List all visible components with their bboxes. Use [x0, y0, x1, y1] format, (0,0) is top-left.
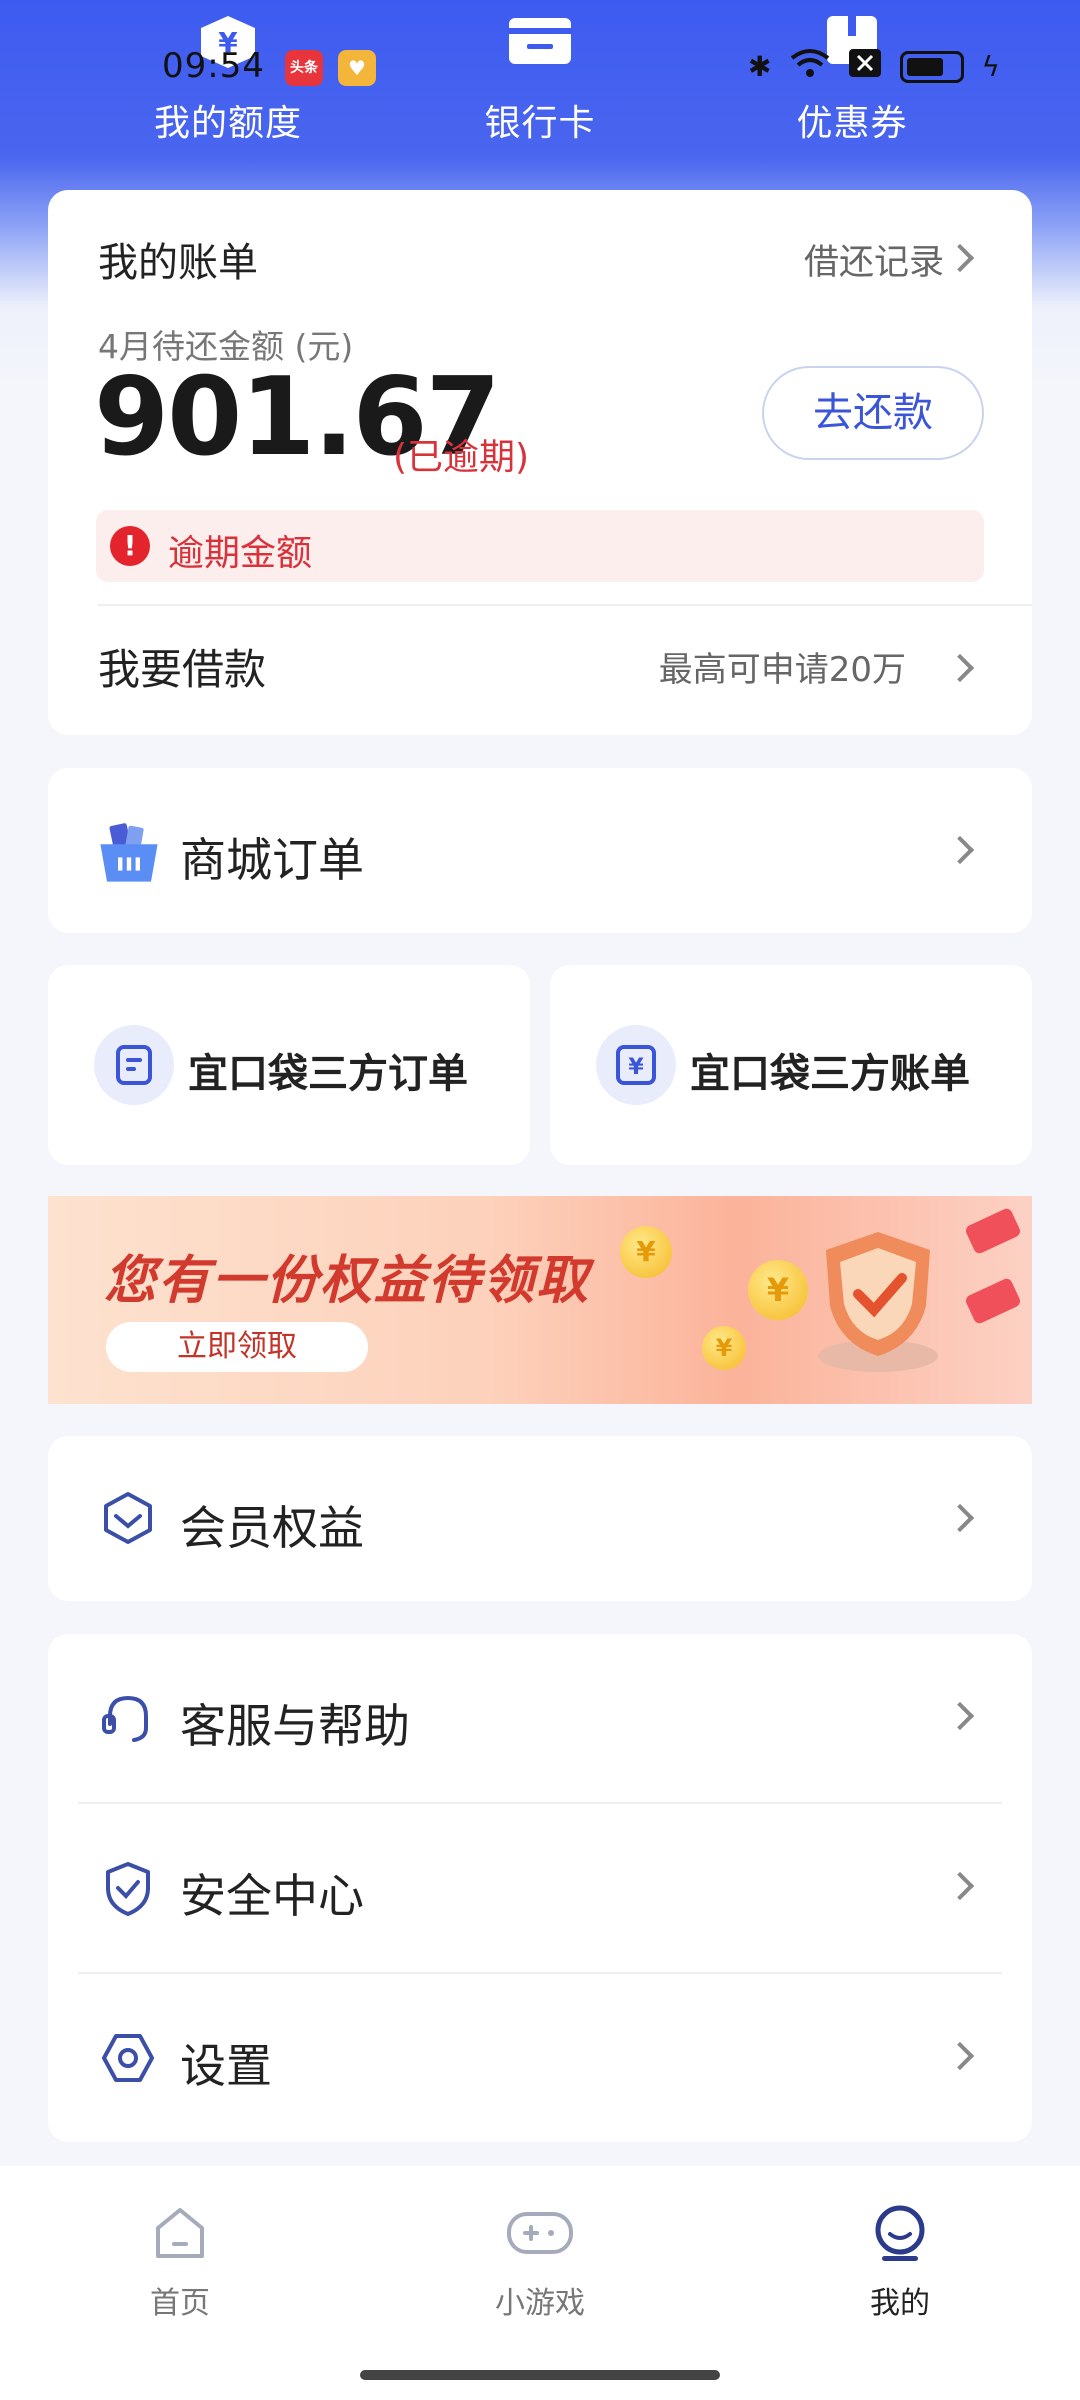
chevron-right-icon — [945, 243, 975, 273]
news-app-icon: 头条 — [285, 50, 323, 86]
alert-icon: ! — [110, 526, 150, 566]
tab-home[interactable]: 首页 — [80, 2202, 280, 2322]
bottom-nav: 首页 小游戏 我的 — [0, 2166, 1080, 2400]
service-row-settings[interactable]: 设置 — [48, 1974, 1032, 2142]
service-list: 客服与帮助 安全中心 设置 — [48, 1634, 1032, 2142]
tab-profile[interactable]: 我的 — [800, 2202, 1000, 2322]
member-badge-icon — [104, 1492, 152, 1544]
wifi-icon — [790, 48, 830, 85]
charging-icon: ϟ — [981, 50, 1000, 83]
record-link-label: 借还记录 — [803, 243, 944, 283]
mall-orders-label: 商城订单 — [180, 833, 364, 887]
bluetooth-icon: ✱ — [748, 50, 772, 83]
service-row-label: 客服与帮助 — [180, 1699, 410, 1753]
shield-check-icon — [106, 1862, 150, 1916]
third-party-bills-card[interactable]: ¥ 宜口袋三方账单 — [550, 965, 1032, 1165]
order-doc-icon — [94, 1025, 174, 1105]
battery-icon — [899, 50, 964, 83]
overdue-tag: (已逾期) — [393, 437, 530, 478]
red-envelope-decoration — [964, 1276, 1022, 1326]
overdue-notice-text: 逾期金额 — [168, 533, 313, 574]
headset-icon — [102, 1695, 148, 1742]
status-bar: 09:54 头条 ♥ ✱ ϟ — [0, 36, 1080, 98]
bill-title: 我的账单 — [98, 240, 258, 286]
hexagon-settings-icon — [102, 2034, 154, 2082]
shopping-basket-icon — [100, 823, 158, 882]
tab-label: 我的 — [870, 2286, 930, 2321]
benefits-banner[interactable]: ¥ ¥ ¥ 您有一份权益待领取 立即领取 — [48, 1196, 1032, 1404]
banner-title: 您有一份权益待领取 — [104, 1251, 591, 1311]
coin-decoration: ¥ — [620, 1226, 672, 1278]
chevron-right-icon — [945, 1871, 975, 1901]
mall-orders-row[interactable]: 商城订单 — [48, 768, 1032, 933]
borrow-label: 我要借款 — [98, 645, 267, 694]
status-icons: ✱ ϟ — [748, 48, 1000, 85]
borrow-row[interactable]: 我要借款 最高可申请20万 — [48, 606, 1032, 734]
service-row-label: 设置 — [180, 2039, 272, 2093]
home-indicator[interactable] — [360, 2370, 720, 2380]
heart-app-icon: ♥ — [338, 50, 376, 86]
top-nav-label: 优惠券 — [796, 103, 908, 144]
svg-text:¥: ¥ — [628, 1055, 644, 1080]
borrow-repay-record-link[interactable]: 借还记录 — [804, 234, 944, 285]
tab-label: 首页 — [150, 2286, 210, 2321]
home-icon — [150, 2202, 210, 2262]
member-benefits-row[interactable]: 会员权益 — [48, 1436, 1032, 1601]
borrow-hint: 最高可申请20万 — [658, 650, 906, 690]
claim-now-button[interactable]: 立即领取 — [106, 1322, 368, 1372]
chevron-right-icon — [945, 653, 975, 683]
third-party-bills-label: 宜口袋三方账单 — [690, 1051, 970, 1097]
shield-gift-icon — [818, 1232, 938, 1372]
yen-bill-icon: ¥ — [596, 1025, 676, 1105]
chevron-right-icon — [945, 835, 975, 865]
member-benefits-label: 会员权益 — [180, 1501, 364, 1555]
profile-smile-icon — [870, 2202, 930, 2262]
chevron-right-icon — [945, 1701, 975, 1731]
chevron-right-icon — [945, 1503, 975, 1533]
top-nav-label: 我的额度 — [153, 103, 302, 144]
repay-button[interactable]: 去还款 — [762, 366, 984, 460]
service-row-security[interactable]: 安全中心 — [48, 1804, 1032, 1972]
third-party-orders-card[interactable]: 宜口袋三方订单 — [48, 965, 530, 1165]
bill-card: 我的账单 借还记录 4月待还金额 (元) 901.67 (已逾期) 去还款 ! … — [48, 190, 1032, 735]
no-sim-icon — [848, 48, 882, 85]
service-row-help[interactable]: 客服与帮助 — [48, 1634, 1032, 1802]
coin-decoration: ¥ — [702, 1326, 746, 1370]
tab-mini-games[interactable]: 小游戏 — [440, 2202, 640, 2322]
third-party-orders-label: 宜口袋三方订单 — [188, 1051, 468, 1097]
chevron-right-icon — [945, 2041, 975, 2071]
tab-label: 小游戏 — [495, 2286, 585, 2321]
gamepad-icon — [505, 2202, 575, 2262]
service-row-label: 安全中心 — [180, 1869, 364, 1923]
overdue-notice[interactable]: ! 逾期金额 — [96, 510, 984, 582]
red-envelope-decoration — [964, 1206, 1022, 1256]
coin-decoration: ¥ — [748, 1260, 808, 1320]
status-time: 09:54 — [162, 46, 265, 86]
top-nav-label: 银行卡 — [484, 103, 596, 144]
